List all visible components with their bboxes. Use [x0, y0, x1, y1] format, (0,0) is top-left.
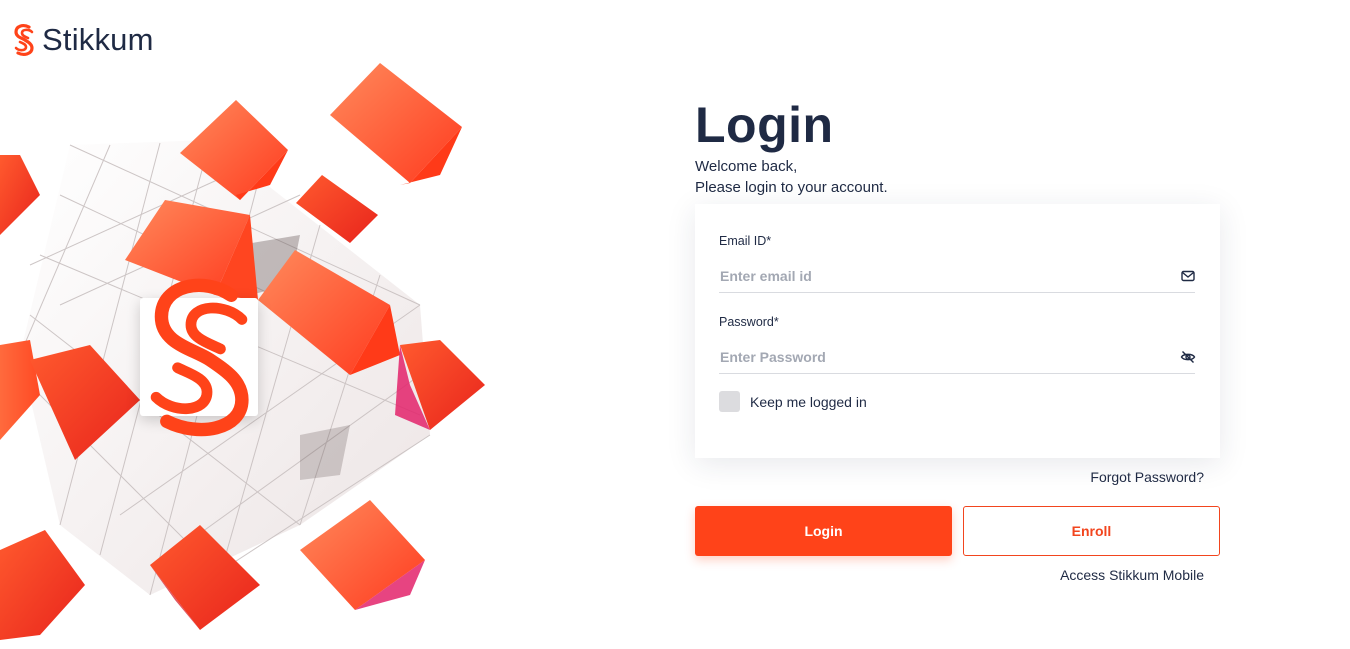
welcome-line-1: Welcome back, — [695, 158, 798, 175]
forgot-password-link[interactable]: Forgot Password? — [1090, 469, 1204, 485]
keep-logged-in-checkbox[interactable] — [719, 391, 740, 412]
stikkum-s-icon — [150, 278, 249, 437]
welcome-line-2: Please login to your account. — [695, 179, 888, 196]
password-label: Password* — [719, 315, 779, 329]
keep-logged-in-label: Keep me logged in — [750, 393, 867, 410]
cube-illustration — [0, 55, 500, 649]
page-title: Login — [695, 97, 834, 153]
eye-off-icon[interactable] — [1180, 349, 1196, 365]
login-form-card: Email ID* Password* Keep me logged in — [695, 204, 1220, 458]
email-field[interactable] — [719, 259, 1195, 293]
login-page: Stikkum Login Welcome back, Please login… — [0, 0, 1350, 649]
keep-logged-in[interactable]: Keep me logged in — [719, 391, 867, 412]
access-mobile-link[interactable]: Access Stikkum Mobile — [1060, 567, 1204, 583]
email-label: Email ID* — [719, 234, 772, 248]
stikkum-tile — [140, 278, 258, 437]
brand-name: Stikkum — [42, 22, 154, 57]
enroll-button[interactable]: Enroll — [963, 506, 1220, 556]
brand-logo[interactable]: Stikkum — [12, 22, 154, 58]
login-button[interactable]: Login — [695, 506, 952, 556]
mail-icon — [1181, 270, 1195, 282]
welcome-text: Welcome back, Please login to your accou… — [695, 156, 888, 198]
password-field[interactable] — [719, 340, 1195, 374]
stikkum-s-icon — [14, 24, 34, 56]
